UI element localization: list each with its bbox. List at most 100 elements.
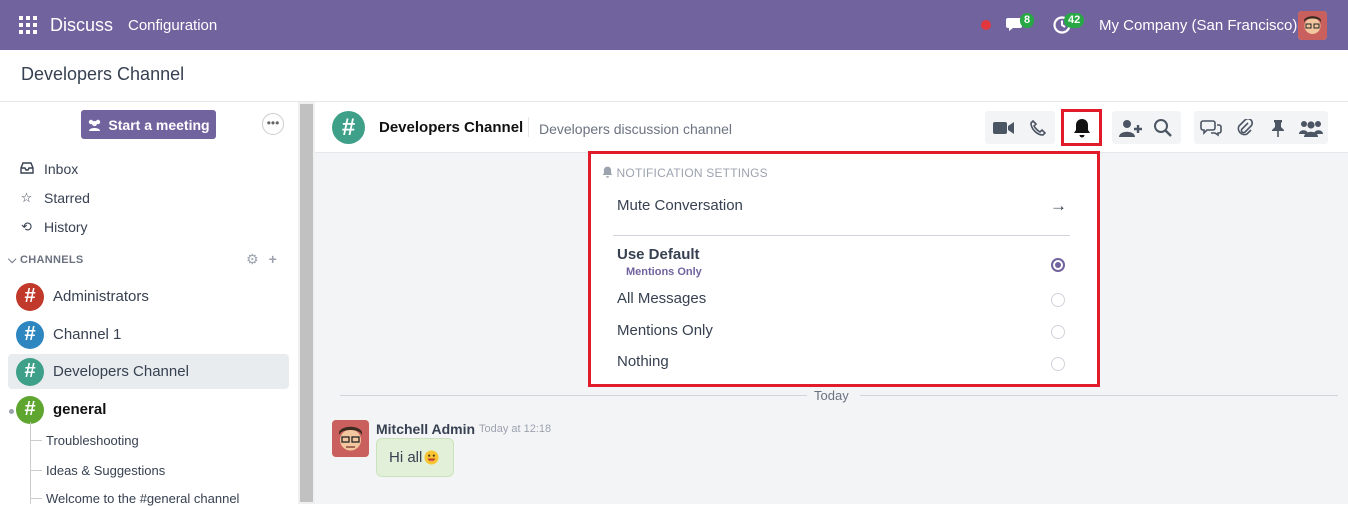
sidebar-item-starred[interactable]: ☆ Starred [19,190,90,206]
sub-channel-troubleshooting[interactable]: Troubleshooting [46,433,139,448]
arrow-right-icon: → [1050,196,1067,215]
bell-icon [1074,119,1090,138]
author-avatar[interactable] [332,420,369,457]
more-options-icon[interactable]: ••• [262,113,284,135]
discuss-sidebar: Start a meeting ••• Inbox ☆ Starred ⟲ Hi… [0,102,298,506]
notification-settings-panel: NOTIFICATION SETTINGS Mute Conversation … [588,151,1100,387]
channels-header[interactable]: ⌵ CHANNELS [8,254,84,267]
message-time: Today at 12:18 [479,423,552,435]
tree-tick [30,440,42,441]
history-icon: ⟲ [21,219,32,234]
sidebar-scrollbar[interactable] [298,102,315,504]
channels-header-label: CHANNELS [20,254,84,266]
configuration-menu[interactable]: Configuration [128,17,217,34]
channel-label: Developers Channel [53,363,189,380]
star-icon: ☆ [20,190,33,205]
mute-conversation-item[interactable]: Mute Conversation → [617,196,1067,215]
channel-label: general [53,401,107,418]
channel-hash-icon: # [16,320,44,349]
date-separator-line [860,395,1338,396]
attachment-icon[interactable] [1228,111,1261,144]
add-channel-icon[interactable]: + [269,251,277,268]
video-call-icon[interactable] [987,111,1020,144]
app-name[interactable]: Discuss [50,15,113,36]
sidebar-item-channel-1[interactable]: # Channel 1 [8,317,289,352]
company-switcher[interactable]: My Company (San Francisco) [1099,17,1297,34]
radio-all-messages[interactable] [1051,293,1065,307]
channel-label: Channel 1 [53,326,122,343]
option-nothing[interactable]: Nothing [617,353,669,370]
radio-mentions-only[interactable] [1051,325,1065,339]
date-separator-line [340,395,807,396]
option-label: All Messages [617,290,707,307]
message-bubble[interactable]: Hi all [376,438,454,477]
thread-tree-line [30,422,31,504]
message-body: Hi all [389,449,423,466]
bell-icon [602,166,613,178]
threads-icon[interactable] [1194,111,1227,144]
messages-badge: 8 [1020,13,1035,28]
use-default-sublabel: Mentions Only [626,266,702,278]
call-buttons [985,111,1055,144]
panel-divider [613,235,1070,236]
channel-hash-icon: # [16,282,44,311]
add-users-icon[interactable] [1114,111,1147,144]
member-search-buttons [1112,111,1181,144]
start-meeting-label: Start a meeting [108,116,210,133]
thread-tools [1194,111,1328,144]
recording-dot-icon[interactable] [981,20,991,30]
thread-header: # Developers Channel Developers discussi… [315,102,1348,153]
notification-settings-button[interactable] [1061,109,1102,146]
channel-hash-icon: # [332,111,365,144]
radio-use-default[interactable] [1051,258,1065,272]
tree-tick [30,498,42,499]
emoji-icon [424,450,439,465]
sub-channel-ideas[interactable]: Ideas & Suggestions [46,463,165,478]
notification-settings-title: NOTIFICATION SETTINGS [602,166,768,180]
phone-icon[interactable] [1021,111,1054,144]
sidebar-item-developers-channel[interactable]: # Developers Channel [8,354,289,389]
control-panel: Developers Channel [0,50,1348,102]
chevron-down-icon: ⌵ [8,254,17,266]
search-icon[interactable] [1146,111,1179,144]
thread-area: # Developers Channel Developers discussi… [315,102,1348,504]
channel-label: Administrators [53,288,149,305]
breadcrumb: Developers Channel [21,64,185,84]
date-separator: Today [814,388,849,403]
header-divider [528,117,529,137]
channels-tools: ⚙ + [246,251,277,268]
sidebar-item-inbox[interactable]: Inbox [19,161,78,177]
start-meeting-button[interactable]: Start a meeting [81,110,216,139]
channel-hash-icon: # [16,395,44,424]
option-label: Nothing [617,353,669,370]
sidebar-item-label: History [44,219,88,235]
pin-icon[interactable] [1261,111,1294,144]
inbox-icon [19,161,34,177]
radio-nothing[interactable] [1051,357,1065,371]
option-label: Mentions Only [617,322,713,339]
members-icon[interactable] [1294,111,1327,144]
channel-hash-icon: # [16,357,44,386]
mute-conversation-label: Mute Conversation [617,197,743,214]
top-navbar: Discuss Configuration 8 42 My Company (S… [0,0,1348,50]
message-author[interactable]: Mitchell Admin [376,421,475,437]
apps-menu-icon[interactable] [19,16,37,34]
sidebar-item-label: Starred [44,190,90,206]
option-all-messages[interactable]: All Messages [617,290,706,307]
tree-tick [30,470,42,471]
sidebar-item-administrators[interactable]: # Administrators [8,279,289,314]
thread-name[interactable]: Developers Channel [379,119,523,136]
sidebar-item-general[interactable]: # general [8,392,289,427]
notification-settings-label: NOTIFICATION SETTINGS [616,166,768,180]
users-icon [89,119,101,131]
sidebar-item-history[interactable]: ⟲ History [19,219,88,235]
scrollbar-thumb[interactable] [300,104,313,502]
sidebar-item-label: Inbox [44,161,79,177]
option-use-default[interactable]: Use Default Mentions Only [617,246,702,278]
use-default-label: Use Default [617,246,700,263]
user-avatar[interactable] [1298,11,1327,40]
option-mentions-only[interactable]: Mentions Only [617,322,713,339]
activities-badge: 42 [1064,13,1085,28]
thread-description[interactable]: Developers discussion channel [539,121,732,137]
gear-icon[interactable]: ⚙ [246,251,259,268]
